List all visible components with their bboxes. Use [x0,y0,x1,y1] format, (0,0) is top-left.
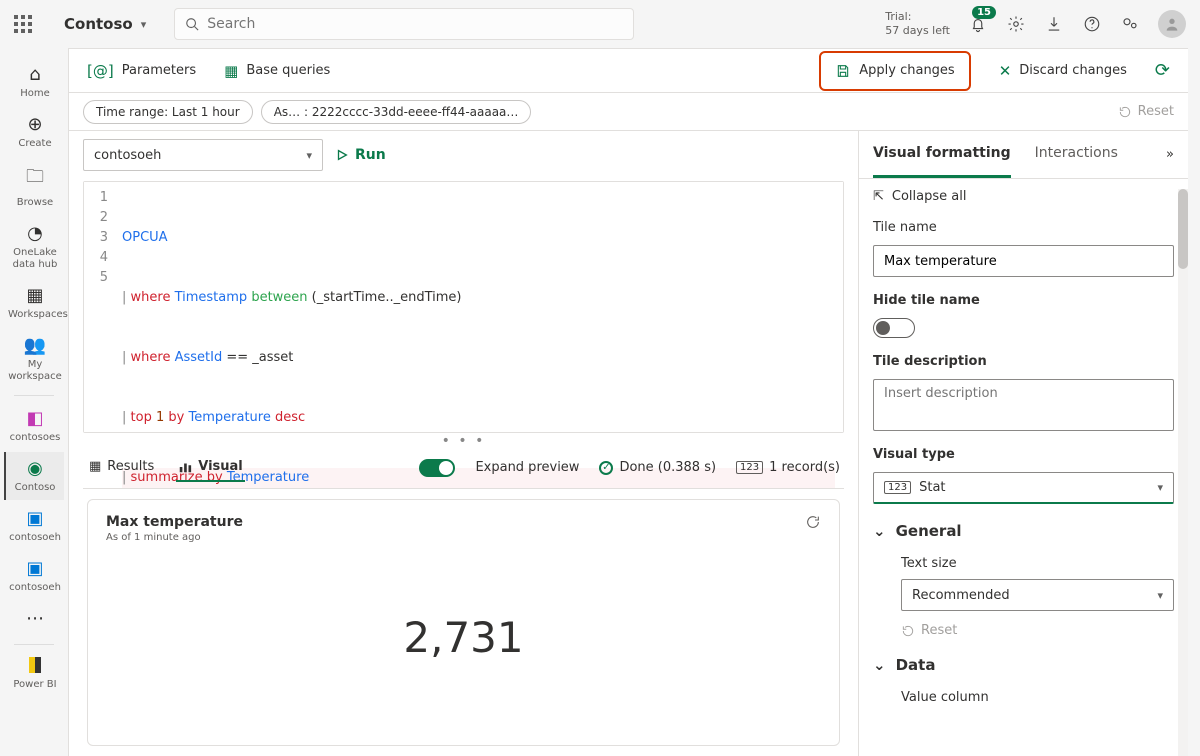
tab-visual-formatting[interactable]: Visual formatting [873,131,1011,178]
tile-name-label: Tile name [873,220,1174,235]
discard-changes-button[interactable]: ✕ Discard changes [999,62,1127,80]
nav-contosoeh2[interactable]: ▣contosoeh [4,552,64,600]
chart-icon [178,460,192,474]
feedback-icon[interactable] [1120,14,1140,34]
chevron-down-icon: ⌄ [873,522,886,540]
chevron-down-icon: ▾ [1157,481,1163,494]
app-launcher-icon[interactable] [14,15,32,33]
formatting-panel: Visual formatting Interactions » ⇱ Colla… [858,131,1188,756]
settings-icon[interactable] [1006,14,1026,34]
save-icon [835,63,851,79]
visual-type-select[interactable]: 123 Stat ▾ [873,472,1174,504]
query-status: ✓ Done (0.388 s) [599,460,716,475]
check-icon: ✓ [599,461,613,475]
scrollbar-thumb[interactable] [1178,189,1188,269]
global-search[interactable] [174,8,634,40]
search-input[interactable] [207,16,623,32]
line-gutter: 12345 [84,182,114,432]
workspace-name: Contoso [64,15,133,33]
apply-changes-button[interactable]: Apply changes [835,63,954,79]
stat-icon: 123 [884,481,911,494]
hide-tile-toggle[interactable] [873,318,915,338]
user-avatar[interactable] [1158,10,1186,38]
nav-powerbi[interactable]: Power BI [4,651,64,697]
chevron-down-icon: ▾ [141,18,147,31]
nav-create[interactable]: ⊕Create [4,108,64,156]
refresh-icon[interactable]: ⟳ [1155,60,1170,81]
record-count: 123 1 record(s) [736,460,840,475]
asset-chip[interactable]: As… : 2222cccc-33dd-eeee-ff44-aaaaa… [261,100,532,124]
text-size-label: Text size [901,556,1174,571]
visual-preview-card: Max temperature As of 1 minute ago 2,731 [87,499,840,746]
help-icon[interactable] [1082,14,1102,34]
section-data[interactable]: ⌄ Data [873,656,1174,674]
reset-general-button[interactable]: Reset [901,623,1174,638]
nav-contosoes[interactable]: ◧contosoes [4,402,64,450]
chevron-down-icon: ▾ [1157,589,1163,602]
notifications-icon[interactable]: 15 [968,14,988,34]
nav-contosoeh1[interactable]: ▣contosoeh [4,502,64,550]
panel-more-icon[interactable]: » [1166,147,1174,162]
powerbi-icon [29,657,41,673]
trial-status: Trial: 57 days left [885,10,950,39]
nav-workspaces[interactable]: ▦Workspaces [4,279,64,327]
value-column-label: Value column [901,690,1174,705]
parameters-button[interactable]: [@] Parameters [87,62,196,80]
chevron-down-icon: ⌄ [873,656,886,674]
nav-more[interactable]: ⋯ [4,602,64,638]
run-button[interactable]: Run [335,147,386,163]
reset-filters-button[interactable]: Reset [1118,104,1174,119]
nav-home[interactable]: ⌂Home [4,58,64,106]
text-size-select[interactable]: Recommended ▾ [901,579,1174,611]
workspace-switcher[interactable]: Contoso ▾ [64,15,146,33]
collapse-icon: ⇱ [873,189,884,204]
close-icon: ✕ [999,62,1012,80]
table-icon: ▦ [224,62,238,80]
notification-badge: 15 [972,6,996,19]
parameters-icon: [@] [87,62,114,80]
tile-name-input[interactable] [873,245,1174,277]
collapse-all-button[interactable]: ⇱ Collapse all [873,189,1174,204]
search-icon [185,17,199,31]
visual-title: Max temperature [106,514,243,530]
scrollbar-track [1178,189,1188,756]
time-range-chip[interactable]: Time range: Last 1 hour [83,100,253,124]
section-general[interactable]: ⌄ General [873,522,1174,540]
query-editor[interactable]: 12345 OPCUA | where Timestamp between (_… [83,181,844,433]
visual-type-label: Visual type [873,447,1174,462]
chevron-down-icon: ▾ [306,149,312,162]
nav-contoso[interactable]: ◉Contoso [4,452,64,500]
left-navigation: ⌂Home ⊕Create 🗀Browse ◔OneLake data hub … [0,48,68,756]
grid-icon: ▦ [89,459,101,474]
expand-preview-label: Expand preview [475,460,579,475]
visual-subtitle: As of 1 minute ago [106,532,821,543]
pane-splitter[interactable]: • • • [83,433,844,447]
datasource-select[interactable]: contosoeh ▾ [83,139,323,171]
tile-desc-label: Tile description [873,354,1174,369]
tab-interactions[interactable]: Interactions [1035,131,1118,178]
nav-myworkspace[interactable]: 👥My workspace [4,329,64,389]
refresh-visual-icon[interactable] [805,514,821,530]
expand-preview-toggle[interactable] [419,459,455,477]
nav-onelake[interactable]: ◔OneLake data hub [4,217,64,277]
base-queries-button[interactable]: ▦ Base queries [224,62,330,80]
tile-desc-input[interactable] [873,379,1174,431]
nav-browse[interactable]: 🗀Browse [4,158,64,215]
tab-visual[interactable]: Visual [176,453,245,482]
download-icon[interactable] [1044,14,1064,34]
number-icon: 123 [736,461,763,474]
hide-tile-label: Hide tile name [873,293,1174,308]
tab-results[interactable]: ▦ Results [87,453,156,482]
stat-value: 2,731 [106,543,821,731]
